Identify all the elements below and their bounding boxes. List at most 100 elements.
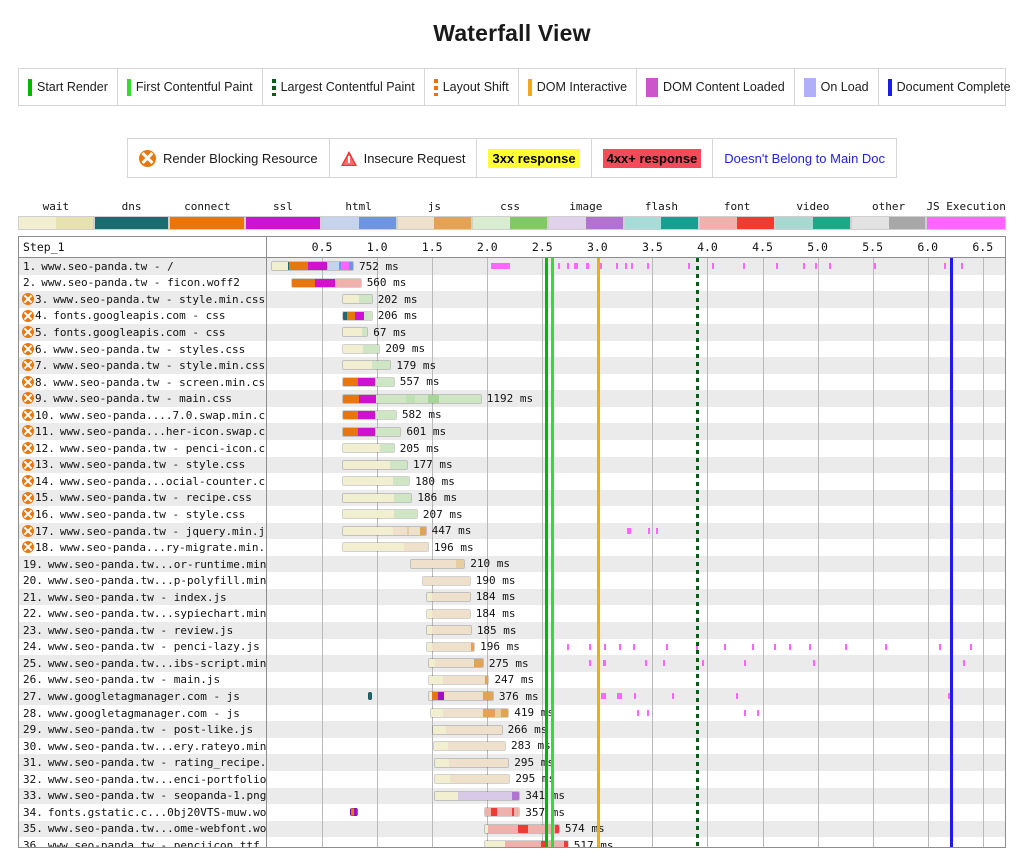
table-row[interactable]: 28. www.googletagmanager.com - js 419 ms: [19, 704, 1005, 722]
request-bar[interactable]: [425, 592, 471, 603]
request-label[interactable]: 3. www.seo-panda.tw - style.min.css: [19, 291, 266, 308]
request-label[interactable]: 29. www.seo-panda.tw - post-like.js: [19, 721, 266, 738]
table-row[interactable]: 26. www.seo-panda.tw - main.js 247 ms: [19, 671, 1005, 689]
table-row[interactable]: 29. www.seo-panda.tw - post-like.js 266 ms: [19, 721, 1005, 738]
table-row[interactable]: 23. www.seo-panda.tw - review.js 185 ms: [19, 622, 1005, 639]
table-row[interactable]: 30. www.seo-panda.tw...ery.rateyo.min.js 2…: [19, 737, 1005, 755]
table-row[interactable]: 14. www.seo-panda...ocial-counter.css 180 …: [19, 473, 1005, 490]
request-label[interactable]: 24. www.seo-panda.tw - penci-lazy.js: [19, 639, 266, 656]
request-bar[interactable]: [341, 310, 373, 321]
request-bar[interactable]: [341, 525, 427, 536]
request-bar[interactable]: [341, 294, 373, 305]
request-bar[interactable]: [341, 443, 395, 454]
request-bar[interactable]: [427, 658, 484, 669]
table-row[interactable]: 21. www.seo-panda.tw - index.js 184 ms: [19, 588, 1005, 606]
request-label[interactable]: 25. www.seo-panda.tw...ibs-script.min.js: [19, 655, 266, 672]
table-row[interactable]: 22. www.seo-panda.tw...sypiechart.min.js 1…: [19, 605, 1005, 623]
request-label[interactable]: 30. www.seo-panda.tw...ery.rateyo.min.js: [19, 738, 266, 755]
table-row[interactable]: 10. www.seo-panda....7.0.swap.min.css 582 …: [19, 406, 1005, 424]
request-bar[interactable]: [341, 459, 408, 470]
table-row[interactable]: 1. www.seo-panda.tw - / 752 ms: [19, 258, 1005, 275]
table-row[interactable]: 31. www.seo-panda.tw - rating_recipe.js 29…: [19, 754, 1005, 771]
request-bar[interactable]: [410, 559, 466, 570]
request-bar[interactable]: [429, 707, 510, 718]
request-bar[interactable]: [341, 410, 397, 421]
request-label[interactable]: 5. fonts.googleapis.com - css: [19, 324, 266, 341]
request-label[interactable]: 21. www.seo-panda.tw - index.js: [19, 589, 266, 606]
request-bar[interactable]: [483, 840, 569, 847]
table-row[interactable]: 19. www.seo-panda.tw...or-runtime.min.js 2…: [19, 555, 1005, 573]
request-bar[interactable]: [427, 674, 490, 685]
table-row[interactable]: 5. fonts.googleapis.com - css 67 ms: [19, 324, 1005, 341]
request-label[interactable]: 9. www.seo-panda.tw - main.css: [19, 390, 266, 407]
table-row[interactable]: 3. www.seo-panda.tw - style.min.css 202 ms: [19, 291, 1005, 308]
table-row[interactable]: 32. www.seo-panda.tw...enci-portfolio.js 2…: [19, 770, 1005, 788]
request-label[interactable]: 22. www.seo-panda.tw...sypiechart.min.js: [19, 605, 266, 622]
table-row[interactable]: 20. www.seo-panda.tw...p-polyfill.min.js 1…: [19, 572, 1005, 589]
request-label[interactable]: 1. www.seo-panda.tw - /: [19, 258, 266, 275]
request-label[interactable]: 11. www.seo-panda...her-icon.swap.css: [19, 423, 266, 440]
request-bar[interactable]: [341, 327, 369, 338]
request-bar[interactable]: [341, 377, 395, 388]
table-row[interactable]: 36. www.seo-panda.tw - penciicon.ttf 517 m…: [19, 837, 1005, 847]
table-row[interactable]: 7. www.seo-panda.tw - style.min.css 179 ms: [19, 357, 1005, 374]
request-label[interactable]: 6. www.seo-panda.tw - styles.css: [19, 341, 266, 358]
request-label[interactable]: 20. www.seo-panda.tw...p-polyfill.min.js: [19, 572, 266, 589]
request-bar[interactable]: [433, 741, 506, 752]
request-label[interactable]: 2. www.seo-panda.tw - ficon.woff2: [19, 275, 266, 292]
request-bar[interactable]: [341, 492, 413, 503]
request-bar[interactable]: [432, 724, 503, 735]
request-bar[interactable]: [425, 641, 476, 652]
table-row[interactable]: 15. www.seo-panda.tw - recipe.css 186 ms: [19, 489, 1005, 507]
request-label[interactable]: 17. www.seo-panda.tw - jquery.min.js: [19, 523, 266, 540]
request-bar[interactable]: [434, 774, 511, 785]
table-row[interactable]: 8. www.seo-panda.tw - screen.min.css 557 m…: [19, 373, 1005, 391]
request-label[interactable]: 14. www.seo-panda...ocial-counter.css: [19, 473, 266, 490]
table-row[interactable]: 24. www.seo-panda.tw - penci-lazy.js 196 m…: [19, 638, 1005, 656]
table-row[interactable]: 18. www.seo-panda...ry-migrate.min.js 196 …: [19, 539, 1005, 556]
request-label[interactable]: 10. www.seo-panda....7.0.swap.min.css: [19, 407, 266, 424]
request-label[interactable]: 33. www.seo-panda.tw - seopanda-1.png: [19, 788, 266, 805]
request-bar[interactable]: [341, 426, 402, 437]
request-label[interactable]: 18. www.seo-panda...ry-migrate.min.js: [19, 539, 266, 556]
request-bar[interactable]: [434, 757, 510, 768]
request-bar[interactable]: [483, 823, 560, 834]
request-label[interactable]: 23. www.seo-panda.tw - review.js: [19, 622, 266, 639]
table-row[interactable]: 27. www.googletagmanager.com - js 376 ms: [19, 688, 1005, 705]
request-label[interactable]: 27. www.googletagmanager.com - js: [19, 688, 266, 705]
table-row[interactable]: 25. www.seo-panda.tw...ibs-script.min.js 2…: [19, 655, 1005, 672]
request-label[interactable]: 35. www.seo-panda.tw...ome-webfont.woff2: [19, 821, 266, 838]
table-row[interactable]: 34. fonts.gstatic.c...0bj20VTS-muw.woff2 3…: [19, 804, 1005, 821]
request-bar[interactable]: [483, 807, 521, 818]
table-row[interactable]: 6. www.seo-panda.tw - styles.css 209 ms: [19, 340, 1005, 358]
table-row[interactable]: 2. www.seo-panda.tw - ficon.woff2 560 ms: [19, 274, 1005, 292]
request-label[interactable]: 4. fonts.googleapis.com - css: [19, 308, 266, 325]
request-label[interactable]: 31. www.seo-panda.tw - rating_recipe.js: [19, 754, 266, 771]
request-bar[interactable]: [425, 608, 471, 619]
request-bar[interactable]: [271, 261, 354, 272]
request-label[interactable]: 36. www.seo-panda.tw - penciicon.ttf: [19, 837, 266, 847]
request-label[interactable]: 7. www.seo-panda.tw - style.min.css: [19, 357, 266, 374]
request-bar[interactable]: [425, 625, 472, 636]
table-row[interactable]: 35. www.seo-panda.tw...ome-webfont.woff2 5…: [19, 820, 1005, 838]
request-label[interactable]: 16. www.seo-panda.tw - style.css: [19, 506, 266, 523]
request-label[interactable]: 34. fonts.gstatic.c...0bj20VTS-muw.woff2: [19, 804, 266, 821]
request-label[interactable]: 8. www.seo-panda.tw - screen.min.css: [19, 374, 266, 391]
request-bar[interactable]: [434, 790, 521, 801]
request-label[interactable]: 32. www.seo-panda.tw...enci-portfolio.js: [19, 771, 266, 788]
request-label[interactable]: 15. www.seo-panda.tw - recipe.css: [19, 490, 266, 507]
request-bar[interactable]: [341, 343, 381, 354]
request-bar[interactable]: [341, 542, 429, 553]
request-bar[interactable]: [422, 575, 471, 586]
request-label[interactable]: 13. www.seo-panda.tw - style.css: [19, 457, 266, 474]
request-label[interactable]: 26. www.seo-panda.tw - main.js: [19, 672, 266, 689]
request-bar[interactable]: [341, 476, 411, 487]
table-row[interactable]: 11. www.seo-panda...her-icon.swap.css 601 …: [19, 423, 1005, 441]
request-label[interactable]: 28. www.googletagmanager.com - js: [19, 705, 266, 722]
request-bar[interactable]: [341, 509, 418, 520]
request-bar[interactable]: [427, 691, 494, 702]
request-label[interactable]: 12. www.seo-panda.tw - penci-icon.css: [19, 440, 266, 457]
request-bar[interactable]: [341, 360, 392, 371]
request-label[interactable]: 19. www.seo-panda.tw...or-runtime.min.js: [19, 556, 266, 573]
table-row[interactable]: 17. www.seo-panda.tw - jquery.min.js 447 m…: [19, 522, 1005, 540]
